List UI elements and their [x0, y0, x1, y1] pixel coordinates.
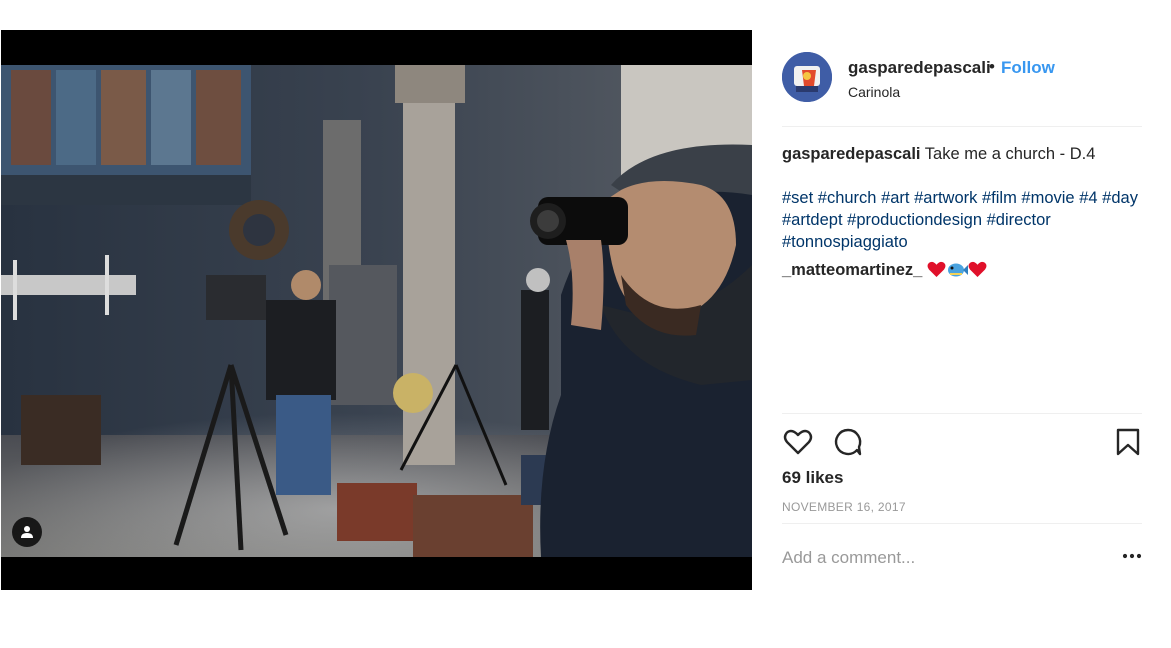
hashtag-link[interactable]: #4 [1079, 189, 1097, 207]
comment-divider [782, 523, 1142, 524]
actions-divider [782, 413, 1142, 414]
post-sidebar: gasparedepascali • Follow Carinola gaspa… [782, 30, 1142, 590]
heart-outline-icon[interactable] [782, 426, 814, 458]
hashtag-link[interactable]: #day [1102, 189, 1138, 207]
add-comment-input[interactable] [782, 548, 1102, 568]
hashtag-link[interactable]: #productiondesign [847, 211, 982, 229]
hashtag-link[interactable]: #set [782, 189, 813, 207]
hashtag-link[interactable]: #tonnospiaggiato [782, 233, 908, 251]
bookmark-icon[interactable] [1112, 426, 1144, 458]
blowfish-icon [946, 261, 968, 284]
post-date[interactable]: NOVEMBER 16, 2017 [782, 500, 906, 514]
separator-dot: • [989, 57, 995, 76]
hashtag-link[interactable]: #movie [1021, 189, 1074, 207]
hashtag-link[interactable]: #director [987, 211, 1051, 229]
comment-bubble-icon[interactable] [832, 426, 864, 458]
post-caption: gasparedepascali Take me a church - D.4 [782, 143, 1137, 165]
header-divider [782, 126, 1142, 127]
caption-username[interactable]: gasparedepascali [782, 145, 921, 163]
post-location[interactable]: Carinola [848, 84, 900, 100]
action-bar [782, 426, 1142, 456]
post-author-username[interactable]: gasparedepascali [848, 58, 991, 78]
user-tag-icon[interactable] [12, 517, 42, 547]
hashtag-link[interactable]: #artwork [914, 189, 977, 207]
comment: _matteomartinez_ [782, 259, 1142, 284]
follow-button[interactable]: Follow [1001, 58, 1055, 78]
comment-username[interactable]: _matteomartinez_ [782, 261, 922, 279]
hashtag-link[interactable]: #film [982, 189, 1017, 207]
post-container: gasparedepascali • Follow Carinola gaspa… [1, 30, 1142, 590]
avatar[interactable] [782, 52, 832, 102]
likes-count[interactable]: 69 likes [782, 468, 843, 488]
caption-text: Take me a church - D.4 [924, 145, 1096, 163]
post-media[interactable] [1, 30, 752, 590]
hashtag-list: #set #church #art #artwork #film #movie … [782, 187, 1142, 253]
hashtag-link[interactable]: #artdept [782, 211, 843, 229]
more-dots-icon[interactable] [1122, 546, 1142, 566]
red-heart-icon [968, 261, 987, 284]
hashtag-link[interactable]: #art [881, 189, 909, 207]
post-photo [1, 65, 752, 557]
red-heart-icon [927, 261, 946, 284]
hashtag-link[interactable]: #church [818, 189, 877, 207]
post-header: gasparedepascali • Follow Carinola [782, 52, 1142, 104]
